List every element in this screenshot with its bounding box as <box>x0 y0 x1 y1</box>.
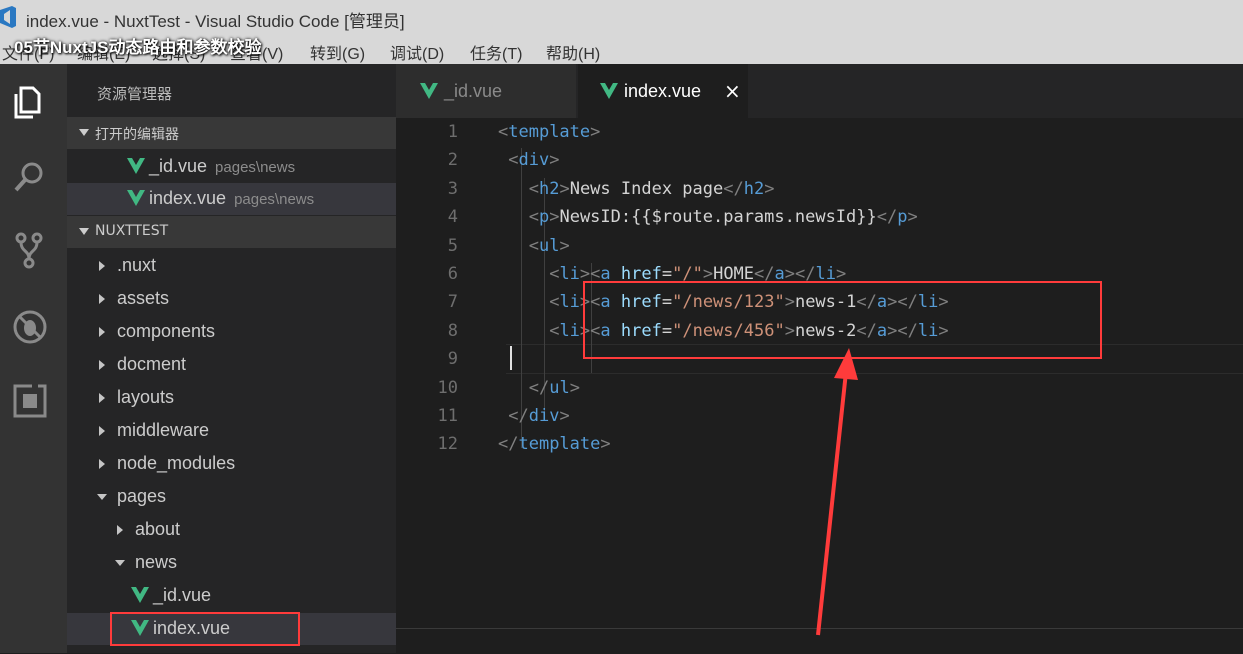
annotation-arrow <box>816 348 858 636</box>
